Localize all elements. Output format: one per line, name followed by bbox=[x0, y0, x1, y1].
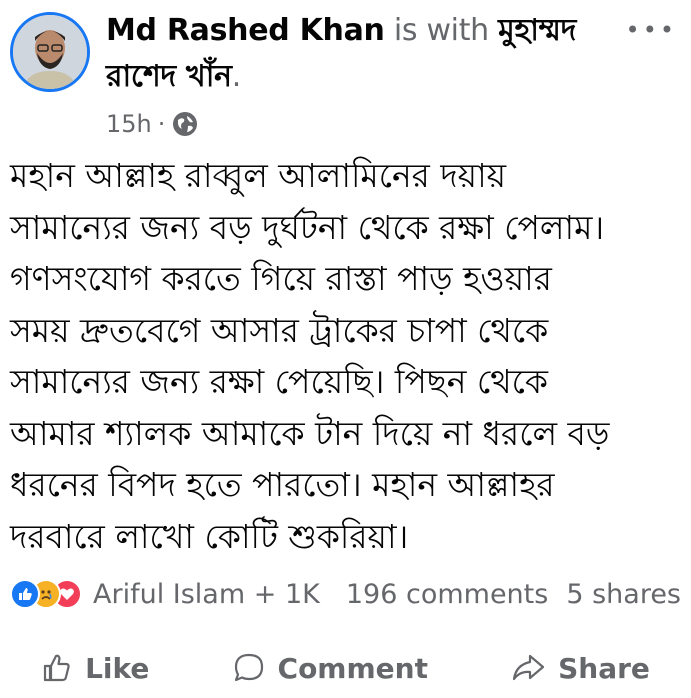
reaction-icons[interactable] bbox=[10, 579, 82, 609]
like-label: Like bbox=[85, 651, 150, 685]
globe-icon bbox=[171, 110, 199, 138]
like-reaction-icon bbox=[10, 579, 40, 609]
author-avatar[interactable] bbox=[10, 12, 90, 92]
post-meta: 15h · bbox=[106, 110, 199, 138]
comments-count[interactable]: 196 comments bbox=[346, 579, 548, 610]
share-label: Share bbox=[558, 651, 650, 685]
more-options-button[interactable]: ••• bbox=[626, 16, 677, 44]
comment-icon bbox=[234, 653, 263, 682]
post-header: Md Rashed Khan is with মুহাম্মদ রাশেদ খা… bbox=[106, 8, 626, 100]
tagged-suffix: . bbox=[231, 59, 242, 94]
like-button[interactable]: Like bbox=[41, 652, 149, 685]
post-body-text: মহান আল্লাহ রাব্বুল আলামিনের দয়ায় সামা… bbox=[10, 156, 610, 556]
share-button[interactable]: Share bbox=[510, 652, 650, 685]
comment-label: Comment bbox=[277, 651, 428, 685]
post-time[interactable]: 15h bbox=[106, 110, 152, 138]
reactions-bar: Ariful Islam + 1K 196 comments 5 shares bbox=[10, 574, 681, 614]
author-name[interactable]: Md Rashed Khan bbox=[106, 13, 385, 48]
shares-count[interactable]: 5 shares bbox=[566, 579, 681, 610]
engagement-counts: 196 comments 5 shares bbox=[346, 579, 681, 610]
reaction-summary[interactable]: Ariful Islam + 1K bbox=[93, 579, 346, 610]
thumbs-up-icon bbox=[43, 654, 70, 682]
with-text: is with bbox=[384, 13, 499, 48]
meta-separator: · bbox=[157, 110, 166, 138]
comment-button[interactable]: Comment bbox=[232, 651, 428, 685]
avatar-image bbox=[13, 15, 87, 89]
share-icon bbox=[513, 654, 545, 681]
post-actions: Like Comment Share bbox=[0, 638, 691, 698]
